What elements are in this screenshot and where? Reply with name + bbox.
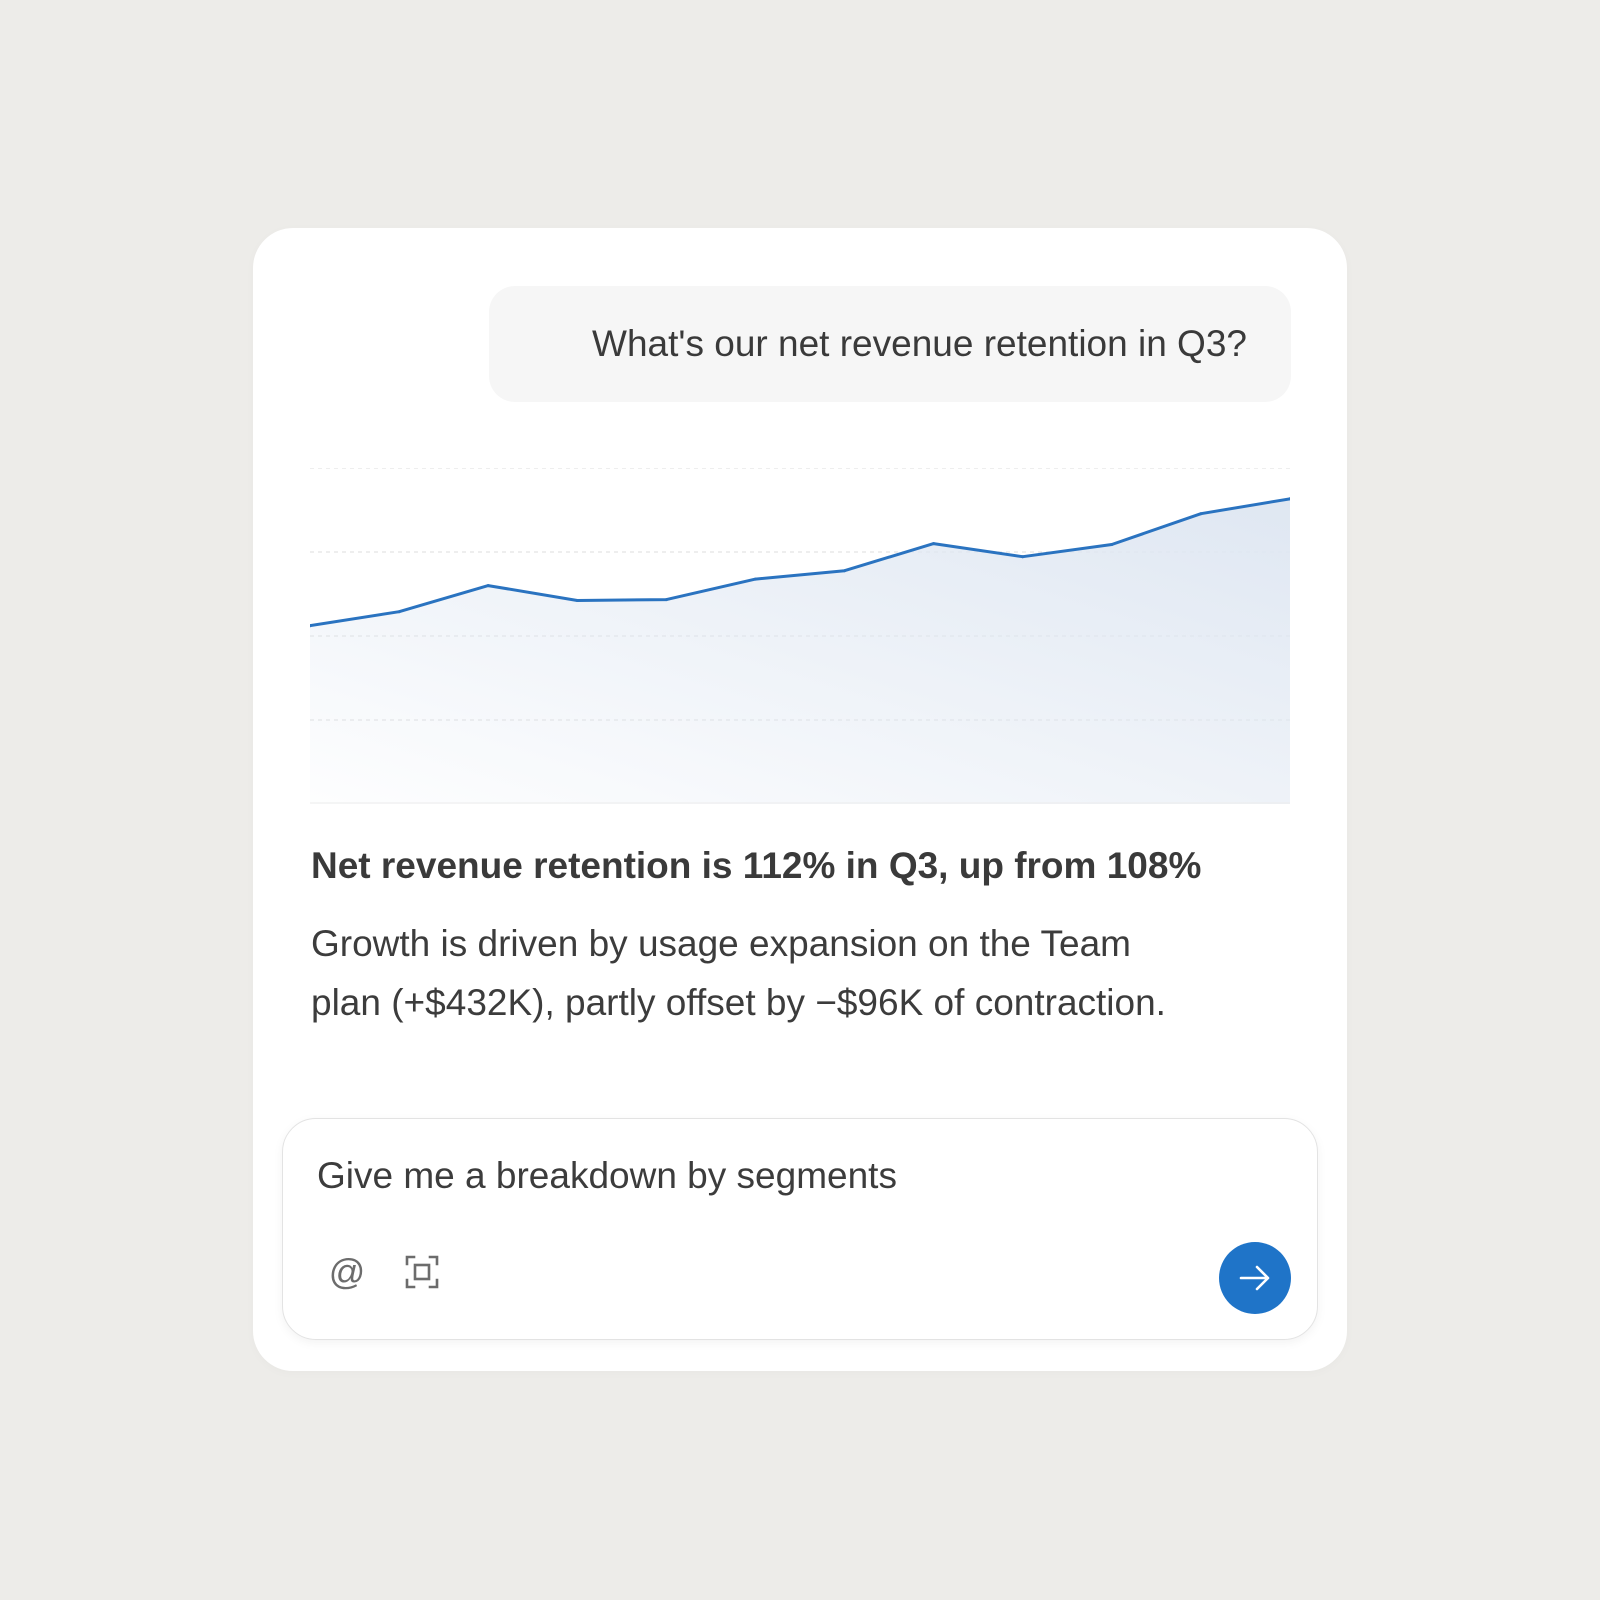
- chart-area: [310, 498, 1290, 804]
- screen-capture-button[interactable]: [397, 1247, 447, 1297]
- chart-svg: [310, 468, 1290, 804]
- chart-point: [397, 610, 401, 614]
- screen-capture-icon: [405, 1255, 439, 1289]
- message-composer: Give me a breakdown by segments @: [282, 1118, 1318, 1340]
- mention-button[interactable]: @: [322, 1247, 372, 1297]
- chart-point: [1110, 543, 1114, 546]
- answer-body-line: Growth is driven by usage expansion on t…: [311, 923, 1131, 964]
- chart-point: [664, 598, 668, 602]
- arrow-right-icon: [1239, 1265, 1270, 1291]
- chart-point: [754, 577, 757, 581]
- user-message-bubble: What's our net revenue retention in Q3?: [489, 286, 1291, 402]
- chat-card: What's our net revenue retention in Q3? …: [253, 228, 1347, 1371]
- answer-body-line: plan (+$432K), partly offset by −$96K of…: [311, 982, 1166, 1023]
- user-message-text: What's our net revenue retention in Q3?: [592, 323, 1247, 364]
- answer-title: Net revenue retention is 112% in Q3, up …: [311, 845, 1202, 886]
- chart-point: [1199, 512, 1203, 516]
- chart-point: [843, 569, 846, 573]
- chart-point: [1021, 555, 1025, 559]
- retention-chart: [310, 468, 1290, 804]
- at-sign-icon: @: [328, 1251, 366, 1292]
- send-button[interactable]: [1219, 1242, 1291, 1314]
- chart-point: [486, 584, 490, 588]
- chart-point: [932, 542, 936, 546]
- message-input[interactable]: Give me a breakdown by segments: [317, 1155, 1217, 1197]
- answer-body: Growth is driven by usage expansion on t…: [311, 914, 1311, 1032]
- chart-point: [575, 599, 579, 602]
